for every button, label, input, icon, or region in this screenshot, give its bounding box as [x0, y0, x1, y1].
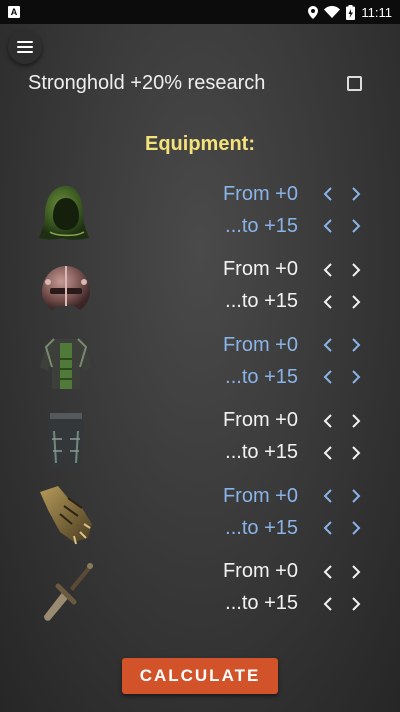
equipment-item-weapon: From +0 ...to +15: [0, 556, 400, 632]
to-increase-button[interactable]: [342, 514, 370, 542]
from-level-label: From +0: [222, 258, 298, 281]
to-level-row: ...to +15: [168, 514, 370, 542]
research-row[interactable]: Stronghold +20% research: [28, 68, 368, 98]
from-level-row: From +0: [168, 256, 370, 284]
status-bar: A 11:11: [0, 0, 400, 24]
dagger-icon: [34, 560, 98, 622]
calculate-button[interactable]: CALCULATE: [122, 658, 278, 694]
to-level-label: ...to +15: [225, 592, 298, 615]
to-increase-button[interactable]: [342, 288, 370, 316]
to-increase-button[interactable]: [342, 363, 370, 391]
hamburger-icon: [17, 41, 33, 53]
research-checkbox[interactable]: [347, 75, 362, 91]
from-level-row: From +0: [168, 558, 370, 586]
from-decrease-button[interactable]: [314, 558, 342, 586]
to-increase-button[interactable]: [342, 590, 370, 618]
menu-button[interactable]: [8, 30, 42, 64]
gauntlet-icon: [34, 484, 98, 546]
research-label: Stronghold +20% research: [28, 71, 266, 94]
to-increase-button[interactable]: [342, 212, 370, 240]
from-increase-button[interactable]: [342, 482, 370, 510]
from-increase-button[interactable]: [342, 256, 370, 284]
equipment-item-leggings: From +0 ...to +15: [0, 405, 400, 481]
battery-icon: [346, 4, 356, 20]
from-level-row: From +0: [168, 180, 370, 208]
from-level-row: From +0: [168, 407, 370, 435]
to-level-row: ...to +15: [168, 288, 370, 316]
to-level-label: ...to +15: [225, 290, 298, 313]
wifi-icon: [324, 6, 341, 18]
from-decrease-button[interactable]: [314, 256, 342, 284]
notification-icon: A: [8, 6, 20, 18]
to-level-row: ...to +15: [168, 212, 370, 240]
to-level-label: ...to +15: [225, 214, 298, 237]
armor-icon: [34, 333, 98, 395]
to-level-row: ...to +15: [168, 590, 370, 618]
to-level-row: ...to +15: [168, 363, 370, 391]
from-increase-button[interactable]: [342, 558, 370, 586]
from-decrease-button[interactable]: [314, 407, 342, 435]
from-increase-button[interactable]: [342, 407, 370, 435]
to-increase-button[interactable]: [342, 439, 370, 467]
to-level-label: ...to +15: [225, 441, 298, 464]
to-decrease-button[interactable]: [314, 514, 342, 542]
status-time: 11:11: [361, 4, 392, 20]
to-decrease-button[interactable]: [314, 212, 342, 240]
from-level-label: From +0: [222, 484, 298, 507]
from-level-label: From +0: [222, 182, 298, 205]
to-decrease-button[interactable]: [314, 439, 342, 467]
hood-icon: [34, 182, 98, 244]
to-level-label: ...to +15: [225, 365, 298, 388]
from-level-label: From +0: [222, 409, 298, 432]
equipment-item-helmet: From +0 ...to +15: [0, 254, 400, 330]
equipment-list: From +0 ...to +15 From +0 ...to +15 From…: [0, 178, 400, 632]
equipment-item-gauntlet: From +0 ...to +15: [0, 480, 400, 556]
to-decrease-button[interactable]: [314, 590, 342, 618]
to-decrease-button[interactable]: [314, 288, 342, 316]
to-decrease-button[interactable]: [314, 363, 342, 391]
location-icon: [308, 5, 319, 19]
from-level-label: From +0: [222, 333, 298, 356]
from-level-row: From +0: [168, 331, 370, 359]
helmet-icon: [34, 258, 98, 320]
from-decrease-button[interactable]: [314, 482, 342, 510]
from-decrease-button[interactable]: [314, 180, 342, 208]
to-level-label: ...to +15: [225, 516, 298, 539]
from-decrease-button[interactable]: [314, 331, 342, 359]
from-increase-button[interactable]: [342, 331, 370, 359]
from-level-row: From +0: [168, 482, 370, 510]
equipment-title: Equipment:: [145, 133, 255, 155]
equipment-item-hood: From +0 ...to +15: [0, 178, 400, 254]
leggings-icon: [34, 409, 98, 471]
equipment-item-armor: From +0 ...to +15: [0, 329, 400, 405]
from-level-label: From +0: [222, 560, 298, 583]
to-level-row: ...to +15: [168, 439, 370, 467]
from-increase-button[interactable]: [342, 180, 370, 208]
